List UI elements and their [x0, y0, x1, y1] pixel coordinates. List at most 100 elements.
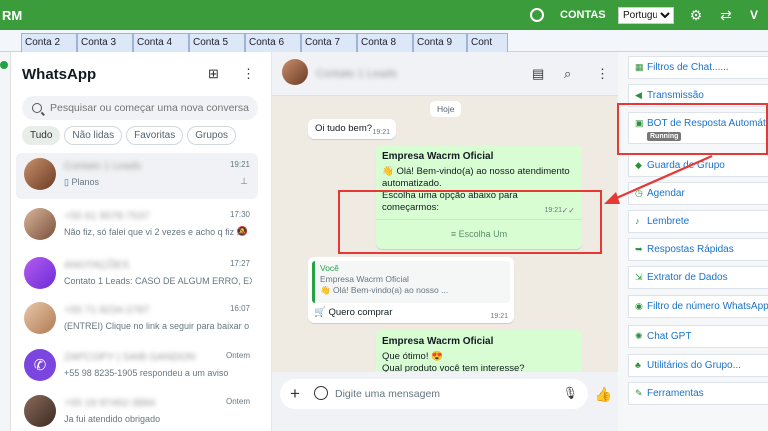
chat-item[interactable]: +55 19 97462-3884 Ontem Ja fui atendido …: [16, 390, 258, 431]
search-bar[interactable]: [22, 96, 258, 120]
chat-time: Ontem: [225, 351, 250, 360]
filter-number-icon: ◉: [635, 301, 643, 311]
menu-label: Ferramentas: [647, 388, 704, 399]
chat-time: 17:30: [229, 210, 250, 219]
gear-icon[interactable]: ⚙: [688, 7, 704, 24]
quote-author: Você: [320, 263, 339, 273]
message-time: 19:21: [372, 129, 390, 136]
search-input[interactable]: [50, 102, 250, 114]
tab-conta-2[interactable]: Conta 2: [21, 33, 77, 52]
whatsapp-icon[interactable]: [530, 8, 544, 22]
menu-lembrete[interactable]: ♪ Lembrete: [628, 210, 768, 233]
chat-name: Contato 1 Leads: [64, 160, 142, 172]
filter-favoritas[interactable]: Favoritas: [126, 126, 184, 145]
group-icon: ♣: [635, 360, 641, 370]
language-select[interactable]: Portuguese: [618, 6, 674, 24]
menu-filtro-numero[interactable]: ◉ Filtro de número WhatsApp: [628, 295, 768, 318]
wrench-icon: ✎: [635, 388, 643, 398]
annotation-box-message: [338, 190, 602, 254]
filter-tudo[interactable]: Tudo: [22, 126, 61, 145]
tab-conta-7[interactable]: Conta 7: [301, 33, 357, 52]
message-input[interactable]: + Digite uma mensagem 🎙: [280, 379, 588, 409]
filter-nao-lidas[interactable]: Não lidas: [64, 126, 123, 145]
avatar: [24, 395, 56, 427]
avatar: [24, 302, 56, 334]
tab-conta-6[interactable]: Conta 6: [245, 33, 301, 52]
menu-extrator-dados[interactable]: ⇲ Extrator de Dados: [628, 266, 768, 289]
filter-grupos[interactable]: Grupos: [187, 126, 237, 145]
chat-preview: (ENTREI) Clique no link a seguir para ba…: [64, 321, 252, 331]
menu-filtros-chat[interactable]: ▦ Filtros de Chat......: [628, 56, 768, 79]
menu-icon[interactable]: ⋮: [242, 66, 255, 82]
tab-conta-3[interactable]: Conta 3: [77, 33, 133, 52]
new-chat-icon[interactable]: ⊞: [208, 66, 219, 82]
extract-icon: ⇲: [635, 272, 643, 282]
menu-utilitarios-grupo[interactable]: ♣ Utilitários do Grupo...: [628, 354, 768, 377]
menu-label: Transmissão: [647, 90, 704, 101]
chat-filters: Tudo Não lidas Favoritas Grupos: [22, 126, 237, 145]
date-separator: Hoje: [430, 101, 462, 117]
chat-name: +55 71 8234-2787: [64, 304, 150, 316]
bell-icon: ♪: [635, 216, 640, 226]
chat-list-panel: WhatsApp ⊞ ⋮ Tudo Não lidas Favoritas Gr…: [12, 52, 272, 431]
search-icon: [32, 103, 42, 113]
pin-icon: ⊥: [240, 176, 248, 186]
chat-item[interactable]: ✆ ZAPCOPY | SAIB GANDON Ontem +55 98 823…: [16, 344, 258, 390]
status-dot-icon: [0, 61, 8, 69]
message-text: Que ótimo! 😍: [382, 351, 443, 362]
tab-conta-5[interactable]: Conta 5: [189, 33, 245, 52]
app-topbar: RM CONTAS Portuguese ⚙ ⇄ V: [0, 0, 768, 30]
menu-chat-gpt[interactable]: ✺ Chat GPT: [628, 325, 768, 348]
menu-ferramentas[interactable]: ✎ Ferramentas: [628, 382, 768, 405]
sticker-icon[interactable]: [314, 386, 328, 400]
muted-icon: 🔕: [236, 226, 248, 236]
conversation-header: Contato 1 Leads ▤ ⌕ ⋮: [272, 52, 618, 96]
annotation-box-bot: [617, 103, 768, 155]
message-sender: Empresa Wacrm Oficial: [382, 151, 494, 162]
attach-plus-icon[interactable]: +: [290, 384, 300, 404]
menu-label: Chat GPT: [647, 331, 692, 342]
tab-conta-10[interactable]: Cont: [467, 33, 508, 52]
tab-conta-8[interactable]: Conta 8: [357, 33, 413, 52]
message-text: 👋 Olá! Bem-vindo(a) ao nosso atendimento…: [382, 166, 570, 189]
quote-text: 👋 Olá! Bem-vindo(a) ao nosso ...: [320, 285, 449, 295]
account-tabs: Conta 2 Conta 3 Conta 4 Conta 5 Conta 6 …: [0, 30, 768, 52]
chat-name: ZAPCOPY | SAIB GANDON: [64, 351, 196, 363]
tab-conta-9[interactable]: Conta 9: [413, 33, 467, 52]
chat-preview: +55 98 8235-1905 respondeu a um aviso: [64, 368, 229, 378]
tab-conta-4[interactable]: Conta 4: [133, 33, 189, 52]
chat-item[interactable]: +55 71 8234-2787 16:07 (ENTREI) Clique n…: [16, 297, 258, 343]
thumbs-up-icon[interactable]: 👍: [595, 386, 612, 403]
chat-item[interactable]: +55 61 9578-7537 17:30 Não fiz, só falei…: [16, 203, 258, 249]
chatgpt-icon: ✺: [635, 331, 643, 341]
chat-time: 17:27: [229, 259, 250, 268]
chat-name: +55 19 97462-3884: [64, 397, 156, 409]
contact-name[interactable]: Contato 1 Leads: [316, 68, 397, 80]
chat-item[interactable]: Contato 1 Leads 19:21 ▯ Planos ⊥: [16, 153, 258, 199]
store-icon[interactable]: ▤: [532, 66, 544, 82]
phone-app-icon: ✆: [24, 349, 56, 381]
chat-preview: Não fiz, só falei que vi 2 vezes e acho …: [64, 227, 245, 237]
topbar-letter: V: [750, 8, 759, 22]
chat-time: Ontem: [225, 397, 250, 406]
chat-list-title: WhatsApp: [22, 66, 97, 83]
chat-item[interactable]: ANOTAÇÕES 17:27 Contato 1 Leads: CASO DE…: [16, 252, 258, 298]
quoted-message[interactable]: Você Empresa Wacrm Oficial 👋 Olá! Bem-vi…: [312, 261, 510, 303]
search-icon[interactable]: ⌕: [564, 66, 571, 82]
annotation-arrow-icon: [604, 154, 713, 204]
message-in[interactable]: Oi tudo bem? 19:21: [308, 119, 396, 139]
menu-label: Filtro de número WhatsApp: [647, 301, 768, 312]
avatar[interactable]: [282, 59, 308, 85]
broadcast-icon: ◀: [635, 90, 642, 100]
message-text: 🛒 Quero comprar: [314, 307, 393, 318]
swap-icon[interactable]: ⇄: [718, 7, 734, 24]
menu-label: Utilitários do Grupo...: [647, 360, 741, 371]
microphone-icon[interactable]: 🎙: [563, 386, 578, 400]
menu-respostas-rapidas[interactable]: ➥ Respostas Rápidas: [628, 238, 768, 261]
side-rail: [0, 52, 11, 431]
menu-icon[interactable]: ⋮: [596, 66, 609, 82]
message-in[interactable]: Você Empresa Wacrm Oficial 👋 Olá! Bem-vi…: [308, 257, 514, 323]
contas-button[interactable]: CONTAS: [560, 9, 616, 21]
chat-time: 19:21: [229, 160, 250, 169]
filter-icon: ▦: [635, 62, 644, 72]
